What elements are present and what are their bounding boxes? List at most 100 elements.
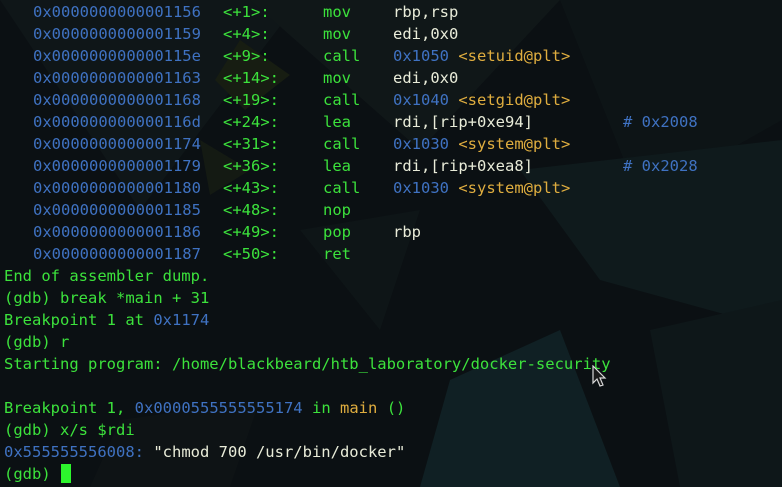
string-value: "chmod 700 /usr/bin/docker" bbox=[153, 443, 406, 461]
instruction-offset: <+4>: bbox=[223, 25, 270, 43]
instruction-mnemonic: mov bbox=[323, 25, 351, 43]
call-target-symbol: <setuid@plt> bbox=[458, 47, 571, 65]
breakpoint-hit-args: () bbox=[386, 399, 406, 417]
examine-command: x/s $rdi bbox=[60, 421, 135, 439]
terminal-output: 0x0000000000001156 <+1>: mov rbp,rsp 0x00000… bbox=[4, 1, 782, 485]
instruction-mnemonic: call bbox=[323, 179, 361, 197]
instruction-offset: <+24>: bbox=[223, 113, 279, 131]
instruction-address: 0x0000000000001168 bbox=[33, 91, 201, 109]
instruction-comment: # 0x2008 bbox=[623, 113, 698, 131]
starting-program-line: Starting program: /home/blackbeard/htb_l… bbox=[4, 353, 782, 375]
instruction-mnemonic: call bbox=[323, 135, 361, 153]
call-target: 0x1050 <setuid@plt> bbox=[393, 45, 570, 67]
instruction-comment: # 0x2028 bbox=[623, 157, 698, 175]
instruction-mnemonic: call bbox=[323, 47, 361, 65]
instruction-offset: <+31>: bbox=[223, 135, 279, 153]
instruction-operand: rbp bbox=[393, 223, 421, 241]
break-command: break *main + 31 bbox=[60, 289, 210, 307]
instruction-operand: rdi,[rip+0xea8] bbox=[393, 157, 533, 175]
gdb-prompt: (gdb) bbox=[4, 465, 51, 483]
examine-command-line: (gdb) x/s $rdi bbox=[4, 419, 782, 441]
breakpoint-hit-in: in bbox=[312, 399, 331, 417]
instruction-address: 0x0000000000001179 bbox=[33, 157, 201, 175]
disasm-row: 0x0000000000001187 <+50>: ret bbox=[4, 243, 782, 265]
breakpoint-set-address: 0x1174 bbox=[153, 311, 210, 329]
call-target-address: 0x1030 bbox=[393, 179, 449, 197]
disasm-row: 0x0000000000001186 <+49>: pop rbp bbox=[4, 221, 782, 243]
disassembly-listing: 0x0000000000001156 <+1>: mov rbp,rsp 0x00000… bbox=[4, 1, 782, 265]
instruction-mnemonic: call bbox=[323, 91, 361, 109]
call-target: 0x1030 <system@plt> bbox=[393, 133, 570, 155]
gdb-prompt: (gdb) bbox=[4, 421, 51, 439]
disasm-row: 0x0000000000001156 <+1>: mov rbp,rsp bbox=[4, 1, 782, 23]
disasm-row: 0x0000000000001185 <+48>: nop bbox=[4, 199, 782, 221]
gdb-prompt: (gdb) bbox=[4, 333, 51, 351]
instruction-mnemonic: lea bbox=[323, 157, 351, 175]
instruction-operand: edi,0x0 bbox=[393, 25, 459, 43]
instruction-address: 0x000000000000115e bbox=[33, 47, 201, 65]
instruction-address: 0x0000000000001185 bbox=[33, 201, 201, 219]
disasm-row: 0x000000000000115e <+9>: call 0x1050 <setui… bbox=[4, 45, 782, 67]
starting-program-text: Starting program: /home/blackbeard/htb_l… bbox=[4, 355, 611, 373]
breakpoint-hit-address: 0x0000555555555174 bbox=[134, 399, 303, 417]
arrow-cursor-icon bbox=[592, 365, 607, 387]
current-prompt-line[interactable]: (gdb) bbox=[4, 463, 782, 485]
breakpoint-hit-function: main bbox=[340, 399, 378, 417]
instruction-mnemonic: ret bbox=[323, 245, 351, 263]
breakpoint-set-line: Breakpoint 1 at 0x1174 bbox=[4, 309, 782, 331]
instruction-offset: <+19>: bbox=[223, 91, 279, 109]
call-target-address: 0x1040 bbox=[393, 91, 449, 109]
breakpoint-set-text: Breakpoint 1 at bbox=[4, 311, 144, 329]
instruction-mnemonic: nop bbox=[323, 201, 351, 219]
instruction-address: 0x0000000000001174 bbox=[33, 135, 201, 153]
instruction-offset: <+9>: bbox=[223, 47, 270, 65]
instruction-mnemonic: pop bbox=[323, 223, 351, 241]
call-target-symbol: <system@plt> bbox=[458, 179, 571, 197]
gdb-prompt: (gdb) bbox=[4, 289, 51, 307]
instruction-operand: rbp,rsp bbox=[393, 3, 459, 21]
disasm-row: 0x0000000000001168 <+19>: call 0x1040 <setg… bbox=[4, 89, 782, 111]
disasm-row: 0x0000000000001163 <+14>: mov edi,0x0 bbox=[4, 67, 782, 89]
instruction-mnemonic: mov bbox=[323, 3, 351, 21]
text-cursor[interactable] bbox=[61, 464, 72, 483]
call-target-symbol: <system@plt> bbox=[458, 135, 571, 153]
disasm-row: 0x000000000000116d <+24>: lea rdi,[rip+0xe9… bbox=[4, 111, 782, 133]
breakpoint-hit-line: Breakpoint 1, 0x0000555555555174 in main… bbox=[4, 397, 782, 419]
run-command: r bbox=[60, 333, 70, 351]
instruction-address: 0x0000000000001180 bbox=[33, 179, 201, 197]
instruction-offset: <+48>: bbox=[223, 201, 279, 219]
instruction-offset: <+43>: bbox=[223, 179, 279, 197]
end-dump-text: End of assembler dump. bbox=[4, 267, 210, 285]
call-target-address: 0x1030 bbox=[393, 135, 449, 153]
instruction-address: 0x0000000000001186 bbox=[33, 223, 201, 241]
disasm-row: 0x0000000000001174 <+31>: call 0x1030 <syst… bbox=[4, 133, 782, 155]
disasm-row: 0x0000000000001180 <+43>: call 0x1030 <syst… bbox=[4, 177, 782, 199]
instruction-mnemonic: lea bbox=[323, 113, 351, 131]
call-target: 0x1030 <system@plt> bbox=[393, 177, 570, 199]
instruction-address: 0x0000000000001159 bbox=[33, 25, 201, 43]
instruction-address: 0x0000000000001156 bbox=[33, 3, 201, 21]
run-command-line: (gdb) r bbox=[4, 331, 782, 353]
call-target-symbol: <setgid@plt> bbox=[458, 91, 571, 109]
call-target-address: 0x1050 bbox=[393, 47, 449, 65]
disasm-row: 0x0000000000001159 <+4>: mov edi,0x0 bbox=[4, 23, 782, 45]
instruction-operand: rdi,[rip+0xe94] bbox=[393, 113, 533, 131]
disasm-row: 0x0000000000001179 <+36>: lea rdi,[rip+0xea… bbox=[4, 155, 782, 177]
instruction-operand: edi,0x0 bbox=[393, 69, 459, 87]
breakpoint-hit-text: Breakpoint 1, bbox=[4, 399, 126, 417]
string-output-line: 0x555555556008: "chmod 700 /usr/bin/dock… bbox=[4, 441, 782, 463]
instruction-offset: <+14>: bbox=[223, 69, 279, 87]
break-command-line: (gdb) break *main + 31 bbox=[4, 287, 782, 309]
instruction-mnemonic: mov bbox=[323, 69, 351, 87]
instruction-address: 0x0000000000001163 bbox=[33, 69, 201, 87]
instruction-address: 0x000000000000116d bbox=[33, 113, 201, 131]
string-address: 0x555555556008: bbox=[4, 443, 144, 461]
call-target: 0x1040 <setgid@plt> bbox=[393, 89, 570, 111]
instruction-address: 0x0000000000001187 bbox=[33, 245, 201, 263]
instruction-offset: <+50>: bbox=[223, 245, 279, 263]
instruction-offset: <+49>: bbox=[223, 223, 279, 241]
instruction-offset: <+1>: bbox=[223, 3, 270, 21]
end-dump-line: End of assembler dump. bbox=[4, 265, 782, 287]
instruction-offset: <+36>: bbox=[223, 157, 279, 175]
